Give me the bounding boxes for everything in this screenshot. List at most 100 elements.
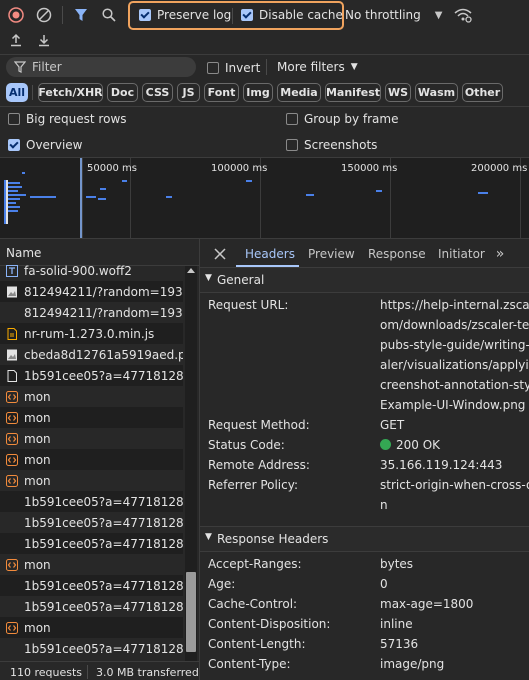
big-request-rows-checkbox[interactable]: Big request rows bbox=[8, 112, 127, 126]
tab-response[interactable]: Response bbox=[368, 240, 426, 268]
general-section-title: General bbox=[217, 273, 265, 287]
request-row[interactable]: mon bbox=[0, 428, 183, 449]
funnel-icon bbox=[14, 61, 26, 73]
header-value: image/png bbox=[380, 657, 445, 671]
request-row[interactable]: 1b591cee05?a=477181280... bbox=[0, 512, 183, 533]
filter-chip-css[interactable]: CSS bbox=[142, 83, 173, 102]
referrer-policy-line: strict-origin-when-cross-origi bbox=[380, 478, 529, 492]
invert-label: Invert bbox=[225, 61, 261, 75]
screenshots-checkbox[interactable]: Screenshots bbox=[286, 138, 377, 152]
script-icon bbox=[6, 327, 18, 340]
clear-button[interactable] bbox=[34, 5, 54, 25]
export-har-button[interactable] bbox=[34, 30, 54, 50]
scrollbar-thumb[interactable] bbox=[186, 572, 196, 652]
request-name: 1b591cee05?a=477181280... bbox=[24, 599, 183, 614]
request-name: 1b591cee05?a=477181280... bbox=[24, 641, 183, 656]
filter-chip-other[interactable]: Other bbox=[462, 83, 503, 102]
overview-timeline[interactable]: 50000 ms 100000 ms 150000 ms 200000 ms bbox=[0, 158, 529, 238]
request-row[interactable]: mon bbox=[0, 449, 183, 470]
request-name: mon bbox=[24, 389, 51, 404]
request-row[interactable]: fa-solid-900.woff2 bbox=[0, 260, 183, 281]
invert-checkbox[interactable]: Invert bbox=[207, 61, 260, 75]
request-row[interactable]: cbeda8d12761a5919aed.png bbox=[0, 344, 183, 365]
filter-chip-media[interactable]: Media bbox=[277, 83, 321, 102]
list-scrollbar[interactable] bbox=[185, 266, 197, 661]
close-detail-button[interactable] bbox=[210, 244, 230, 264]
request-row[interactable]: 812494211/?random=1934... bbox=[0, 281, 183, 302]
blank-icon bbox=[6, 643, 18, 655]
scroll-up-arrow[interactable] bbox=[187, 268, 195, 273]
header-key: Age: bbox=[208, 577, 236, 591]
filter-input[interactable] bbox=[32, 60, 182, 74]
header-value: 57136 bbox=[380, 637, 419, 651]
chip-divider bbox=[32, 85, 33, 100]
blank-icon bbox=[6, 517, 18, 529]
request-row[interactable]: 1b591cee05?a=477181280... bbox=[0, 575, 183, 596]
disable-cache-label: Disable cache bbox=[259, 8, 343, 22]
request-row[interactable]: 1b591cee05?a=477181280... bbox=[0, 533, 183, 554]
big-request-rows-label: Big request rows bbox=[26, 112, 127, 126]
xhr-icon bbox=[6, 432, 18, 445]
overview-checkbox[interactable]: Overview bbox=[8, 138, 83, 152]
more-tabs-button[interactable]: » bbox=[490, 244, 510, 264]
request-row[interactable]: mon bbox=[0, 386, 183, 407]
status-divider bbox=[87, 665, 88, 679]
throttling-select[interactable]: No throttling ▼ bbox=[345, 8, 442, 22]
remote-address-value: 35.166.119.124:443 bbox=[380, 458, 503, 472]
network-conditions-button[interactable] bbox=[452, 5, 474, 25]
request-method-value: GET bbox=[380, 418, 405, 432]
filter-divider bbox=[0, 106, 529, 107]
xhr-icon bbox=[6, 411, 18, 424]
name-column-label: Name bbox=[6, 246, 42, 260]
filter-chip-manifest[interactable]: Manifest bbox=[325, 83, 381, 102]
request-row[interactable]: mon bbox=[0, 554, 183, 575]
request-row[interactable]: 1b591cee05?a=477181280... bbox=[0, 638, 183, 658]
search-button[interactable] bbox=[99, 5, 119, 25]
filter-chip-js[interactable]: JS bbox=[177, 83, 200, 102]
request-row[interactable]: nr-rum-1.273.0.min.js bbox=[0, 323, 183, 344]
more-filters-label: More filters bbox=[277, 60, 345, 74]
request-name: 812494211/?random=1934... bbox=[24, 284, 183, 299]
group-by-frame-checkbox[interactable]: Group by frame bbox=[286, 112, 398, 126]
filter-chip-all[interactable]: All bbox=[6, 83, 28, 102]
request-row[interactable]: mon bbox=[0, 470, 183, 491]
tab-initiator[interactable]: Initiator bbox=[438, 240, 485, 268]
disable-cache-checkbox[interactable]: Disable cache bbox=[241, 8, 343, 22]
filter-input-box[interactable] bbox=[6, 57, 196, 77]
filter-chip-ws[interactable]: WS bbox=[385, 83, 411, 102]
import-har-button[interactable] bbox=[6, 30, 26, 50]
xhr-icon bbox=[6, 621, 18, 634]
filter-chip-font[interactable]: Font bbox=[204, 83, 239, 102]
panel-splitter[interactable] bbox=[199, 239, 200, 680]
preserve-log-checkbox[interactable]: Preserve log bbox=[139, 8, 231, 22]
header-value: bytes bbox=[380, 557, 414, 571]
blank-icon bbox=[6, 496, 18, 508]
general-section-header[interactable]: ▼ General bbox=[200, 268, 529, 293]
tab-headers[interactable]: Headers bbox=[245, 240, 295, 268]
xhr-icon bbox=[6, 558, 18, 571]
request-row[interactable]: 812494211/?random=1934... bbox=[0, 302, 183, 323]
request-name: 1b591cee05?a=477181280... bbox=[24, 515, 183, 530]
request-row[interactable]: mon bbox=[0, 617, 183, 638]
filter-toggle-button[interactable] bbox=[71, 5, 91, 25]
request-list: Name fa-solid-900.woff2 812494211/?random… bbox=[0, 239, 199, 680]
more-filters-button[interactable]: More filters ▼ bbox=[277, 60, 358, 74]
record-button[interactable] bbox=[6, 5, 26, 25]
filter-chip-doc[interactable]: Doc bbox=[107, 83, 138, 102]
filter-chip-fetch-xhr[interactable]: Fetch/XHR bbox=[38, 83, 103, 102]
request-row[interactable]: mon bbox=[0, 407, 183, 428]
wifi-settings-icon bbox=[454, 8, 472, 23]
request-row[interactable]: 1b591cee05?a=477181280... bbox=[0, 365, 183, 386]
filter-divider bbox=[266, 59, 267, 75]
response-headers-section-header[interactable]: ▼ Response Headers bbox=[200, 526, 529, 552]
filter-chip-wasm[interactable]: Wasm bbox=[415, 83, 458, 102]
filter-chip-img[interactable]: Img bbox=[243, 83, 273, 102]
request-name: mon bbox=[24, 410, 51, 425]
request-row[interactable]: 1b591cee05?a=477181280... bbox=[0, 596, 183, 617]
request-row[interactable]: 1b591cee05?a=477181280... bbox=[0, 491, 183, 512]
header-value: 0 bbox=[380, 577, 388, 591]
referrer-policy-line: n bbox=[380, 498, 388, 512]
blank-icon bbox=[6, 580, 18, 592]
tab-preview[interactable]: Preview bbox=[308, 240, 355, 268]
request-url-line: Example-UI-Window.png bbox=[380, 398, 526, 412]
